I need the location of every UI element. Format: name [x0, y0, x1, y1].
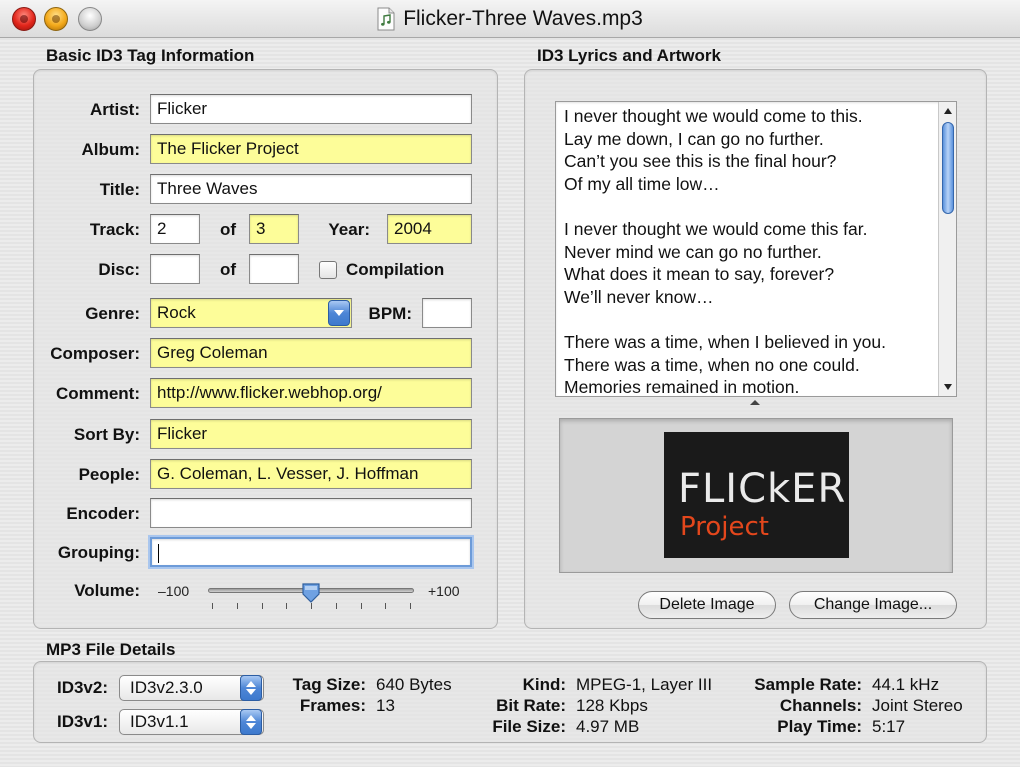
people-label: People: — [78, 465, 140, 484]
scroll-thumb[interactable] — [942, 122, 954, 214]
track-field[interactable]: 2 — [150, 214, 200, 244]
volume-max-label: +100 — [428, 583, 460, 599]
id3-editor-window: Flicker-Three Waves.mp3 Basic ID3 Tag In… — [0, 0, 1020, 767]
slider-tick — [236, 603, 238, 609]
details-section-heading: MP3 File Details — [46, 640, 176, 659]
compilation-label: Compilation — [346, 260, 445, 279]
lyrics-scrollbar[interactable] — [938, 102, 956, 396]
up-down-arrows-icon — [246, 715, 256, 729]
sort-by-label: Sort By: — [73, 425, 140, 444]
bit-rate-value: 128 Kbps — [576, 696, 648, 715]
track-of-label: of — [219, 220, 236, 239]
change-image-button[interactable]: Change Image... — [789, 591, 957, 619]
composer-field[interactable]: Greg Coleman — [150, 338, 472, 368]
title-field[interactable]: Three Waves — [150, 174, 472, 204]
scroll-up-arrow-icon[interactable] — [944, 108, 952, 114]
text-caret — [158, 544, 159, 564]
lyrics-section-heading: ID3 Lyrics and Artwork — [537, 46, 721, 65]
play-time-value: 5:17 — [872, 717, 906, 736]
album-artwork: FLICkER Project — [664, 432, 849, 558]
encoder-field[interactable] — [150, 498, 472, 528]
id3v1-stepper-button[interactable] — [240, 709, 262, 735]
comment-label: Comment: — [55, 384, 140, 403]
id3v1-value: ID3v1.1 — [130, 712, 189, 731]
slider-tick — [360, 603, 362, 609]
id3v2-label: ID3v2: — [56, 678, 108, 697]
scroll-down-arrow-icon[interactable] — [944, 384, 952, 390]
disc-total-field[interactable] — [249, 254, 299, 284]
comment-field[interactable]: http://www.flicker.webhop.org/ — [150, 378, 472, 408]
lyrics-text: I never thought we would come to this. L… — [564, 106, 886, 397]
genre-dropdown-button[interactable] — [328, 300, 350, 326]
bit-rate-label: Bit Rate: — [496, 696, 566, 715]
tag-size-label: Tag Size: — [292, 675, 366, 694]
composer-label: Composer: — [50, 344, 140, 363]
splitter-handle-icon[interactable] — [750, 400, 760, 405]
album-label: Album: — [81, 140, 140, 159]
bpm-field[interactable] — [422, 298, 472, 328]
id3v2-value: ID3v2.3.0 — [130, 678, 203, 697]
track-total-field[interactable]: 3 — [249, 214, 299, 244]
slider-tick — [212, 603, 213, 609]
artist-field[interactable]: Flicker — [150, 94, 472, 124]
sort-by-field[interactable]: Flicker — [150, 419, 472, 449]
lyrics-textarea[interactable]: I never thought we would come to this. L… — [555, 101, 957, 397]
volume-min-label: –100 — [158, 583, 190, 599]
track-label: Track: — [89, 220, 140, 239]
disc-of-label: of — [219, 260, 236, 279]
basic-section-heading: Basic ID3 Tag Information — [46, 46, 255, 65]
encoder-label: Encoder: — [66, 504, 140, 523]
slider-tick — [261, 603, 263, 609]
compilation-checkbox[interactable] — [319, 261, 337, 279]
music-file-icon — [377, 7, 395, 31]
channels-label: Channels: — [779, 696, 862, 715]
file-size-value: 4.97 MB — [576, 717, 640, 736]
grouping-field[interactable] — [150, 537, 472, 567]
channels-value: Joint Stereo — [872, 696, 963, 715]
frames-label: Frames: — [299, 696, 366, 715]
people-field[interactable]: G. Coleman, L. Vesser, J. Hoffman — [150, 459, 472, 489]
title-bar[interactable]: Flicker-Three Waves.mp3 — [0, 0, 1020, 38]
slider-tick — [286, 603, 288, 609]
year-field[interactable]: 2004 — [387, 214, 472, 244]
window-title: Flicker-Three Waves.mp3 — [403, 7, 643, 30]
id3v2-stepper-button[interactable] — [240, 675, 262, 701]
title-wrap: Flicker-Three Waves.mp3 — [0, 0, 1020, 38]
volume-slider-knob[interactable] — [301, 582, 321, 604]
sample-rate-label: Sample Rate: — [754, 675, 862, 694]
artwork-logo-text: FLICkER — [678, 466, 847, 512]
id3v1-label: ID3v1: — [56, 712, 108, 731]
disc-field[interactable] — [150, 254, 200, 284]
kind-label: Kind: — [522, 675, 566, 694]
chevron-down-icon — [334, 310, 344, 316]
genre-label: Genre: — [85, 304, 140, 323]
grouping-label: Grouping: — [57, 543, 140, 562]
play-time-label: Play Time: — [777, 717, 862, 736]
artist-label: Artist: — [89, 100, 140, 119]
kind-value: MPEG-1, Layer III — [576, 675, 713, 694]
title-label: Title: — [99, 180, 140, 199]
artwork-subtitle-text: Project — [680, 512, 769, 542]
slider-tick — [410, 603, 411, 609]
sample-rate-value: 44.1 kHz — [872, 675, 940, 694]
disc-label: Disc: — [98, 260, 140, 279]
up-down-arrows-icon — [246, 681, 256, 695]
volume-label: Volume: — [74, 581, 140, 600]
frames-value: 13 — [376, 696, 395, 715]
genre-combobox[interactable]: Rock — [150, 298, 352, 328]
slider-tick — [385, 603, 387, 609]
bpm-label: BPM: — [368, 304, 412, 323]
slider-tick — [335, 603, 337, 609]
year-label: Year: — [328, 220, 370, 239]
file-size-label: File Size: — [492, 717, 566, 736]
delete-image-button[interactable]: Delete Image — [638, 591, 776, 619]
album-field[interactable]: The Flicker Project — [150, 134, 472, 164]
artwork-well[interactable]: FLICkER Project — [559, 418, 953, 573]
tag-size-value: 640 Bytes — [376, 675, 452, 694]
